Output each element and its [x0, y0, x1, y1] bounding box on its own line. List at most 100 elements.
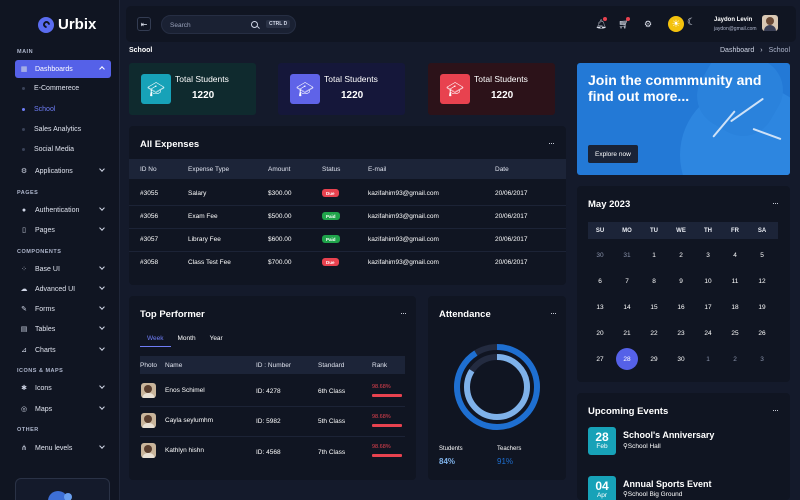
avatar[interactable] — [762, 15, 778, 31]
calendar-day-selected[interactable]: 28 — [616, 348, 638, 370]
calendar-day[interactable]: 17 — [699, 298, 717, 316]
period-tabs: Week Month Year — [140, 331, 230, 347]
more-icon[interactable]: ··· — [772, 198, 779, 208]
event-title: School's Anniversary — [623, 430, 715, 440]
notification-dot — [603, 17, 607, 21]
calendar-day[interactable]: 1 — [645, 246, 663, 264]
expense-id: #3055 — [140, 190, 159, 197]
bullet-icon — [22, 148, 25, 151]
sidebar-subitem-school[interactable]: School — [22, 106, 55, 113]
form-icon: ✎ — [21, 306, 27, 313]
sidebar-item-tables[interactable]: ▤ Tables — [15, 320, 111, 338]
search-box[interactable]: CTRL D — [161, 15, 296, 34]
calendar-day[interactable]: 1 — [699, 350, 717, 368]
calendar-day[interactable]: 10 — [699, 272, 717, 290]
search-icon[interactable] — [251, 21, 258, 28]
status-badge: Due — [322, 258, 339, 266]
tab-month[interactable]: Month — [171, 331, 203, 347]
sidebar-item-menu-levels[interactable]: ⋔ Menu levels — [15, 439, 111, 457]
calendar-day[interactable]: 3 — [753, 350, 771, 368]
calendar-day[interactable]: 25 — [726, 324, 744, 342]
column-header: Standard — [318, 362, 345, 369]
tab-year[interactable]: Year — [203, 331, 230, 347]
calendar-day[interactable]: 6 — [591, 272, 609, 290]
weekday-label: WE — [676, 228, 686, 234]
sidebar-item-forms[interactable]: ✎ Forms — [15, 300, 111, 318]
sidebar-subitem-sales-analytics[interactable]: Sales Analytics — [22, 126, 81, 133]
sidebar-item-charts[interactable]: ⊿ Charts — [15, 341, 111, 359]
sidebar-item-applications[interactable]: ⚙ Applications — [15, 162, 111, 180]
calendar-day[interactable]: 13 — [591, 298, 609, 316]
tab-week[interactable]: Week — [140, 331, 171, 347]
sidebar-item-dashboards[interactable]: ▦ Dashboards — [15, 60, 111, 78]
weekday-label: TH — [704, 228, 712, 234]
more-icon[interactable]: ··· — [400, 308, 407, 318]
sidebar-item-advanced-ui[interactable]: ☁ Advanced UI — [15, 280, 111, 298]
calendar-day[interactable]: 21 — [618, 324, 636, 342]
expense-type: Library Fee — [188, 236, 221, 243]
explore-now-button[interactable]: Explore now — [588, 145, 638, 163]
logo[interactable]: Urbix — [38, 16, 96, 33]
calendar-day[interactable]: 7 — [618, 272, 636, 290]
collapse-sidebar-icon[interactable]: ⇤ — [137, 17, 151, 31]
sidebar-item-label: Charts — [35, 346, 56, 354]
expense-type: Salary — [188, 190, 207, 197]
calendar-day[interactable]: 5 — [753, 246, 771, 264]
calendar-day[interactable]: 26 — [753, 324, 771, 342]
moon-icon[interactable]: ☾ — [687, 17, 696, 28]
calendar-day[interactable]: 29 — [645, 350, 663, 368]
calendar-day[interactable]: 30 — [591, 246, 609, 264]
sidebar-item-maps[interactable]: ◎ Maps — [15, 400, 111, 418]
calendar-day[interactable]: 9 — [672, 272, 690, 290]
more-icon[interactable]: ··· — [550, 308, 557, 318]
calendar-day[interactable]: 18 — [726, 298, 744, 316]
user-email: jaydon@gmail.com — [714, 26, 757, 32]
cloud-icon: ☁ — [20, 286, 28, 293]
breadcrumb-link-dashboard[interactable]: Dashboard — [720, 47, 754, 54]
user-name: Jaydon Levin — [714, 17, 753, 23]
sidebar-subitem-ecommerce[interactable]: E-Commerece — [22, 85, 79, 92]
nav-section-pages: PAGES — [17, 190, 39, 196]
expense-date: 20/06/2017 — [495, 213, 528, 220]
calendar-day[interactable]: 20 — [591, 324, 609, 342]
calendar-day[interactable]: 4 — [726, 246, 744, 264]
sidebar-item-icons[interactable]: ✱ Icons — [15, 379, 111, 397]
sidebar-item-label: Advanced UI — [35, 285, 76, 293]
gear-icon[interactable]: ⚙ — [642, 18, 654, 30]
calendar-day[interactable]: 23 — [672, 324, 690, 342]
calendar-day[interactable]: 2 — [672, 246, 690, 264]
search-input[interactable] — [170, 19, 240, 31]
calendar-day[interactable]: 24 — [699, 324, 717, 342]
chevron-down-icon — [99, 324, 105, 330]
calendar-day[interactable]: 3 — [699, 246, 717, 264]
community-promo-card: Join the commmunity and find out more...… — [577, 63, 790, 175]
student-id: ID: 5982 — [256, 418, 281, 425]
calendar-day[interactable]: 27 — [591, 350, 609, 368]
calendar-day[interactable]: 12 — [753, 272, 771, 290]
sidebar-item-label: Authentication — [35, 206, 80, 214]
calendar-day[interactable]: 2 — [726, 350, 744, 368]
expense-id: #3056 — [140, 213, 159, 220]
more-icon[interactable]: ··· — [548, 138, 555, 148]
calendar-day[interactable]: 8 — [645, 272, 663, 290]
sidebar-subitem-social-media[interactable]: Social Media — [22, 146, 74, 153]
calendar-day[interactable]: 31 — [618, 246, 636, 264]
sidebar-item-label: Menu levels — [35, 444, 73, 452]
calendar-day[interactable]: 22 — [645, 324, 663, 342]
weekday-label: FR — [731, 228, 739, 234]
student-standard: 5th Class — [318, 418, 346, 425]
sidebar-item-pages[interactable]: ▯ Pages — [15, 221, 111, 239]
event-location: ⚲School Big Ground — [623, 490, 682, 498]
calendar-day[interactable]: 19 — [753, 298, 771, 316]
calendar-day[interactable]: 30 — [672, 350, 690, 368]
more-icon[interactable]: ··· — [772, 405, 779, 415]
calendar-day[interactable]: 15 — [645, 298, 663, 316]
calendar-day[interactable]: 14 — [618, 298, 636, 316]
calendar-day[interactable]: 16 — [672, 298, 690, 316]
calendar-day[interactable]: 11 — [726, 272, 744, 290]
stat-value: 1220 — [491, 90, 514, 101]
sun-icon[interactable]: ☀ — [668, 16, 684, 32]
sidebar-item-base-ui[interactable]: ⁘ Base UI — [15, 260, 111, 278]
row-divider — [129, 205, 566, 206]
sidebar-item-authentication[interactable]: ● Authentication — [15, 201, 111, 219]
